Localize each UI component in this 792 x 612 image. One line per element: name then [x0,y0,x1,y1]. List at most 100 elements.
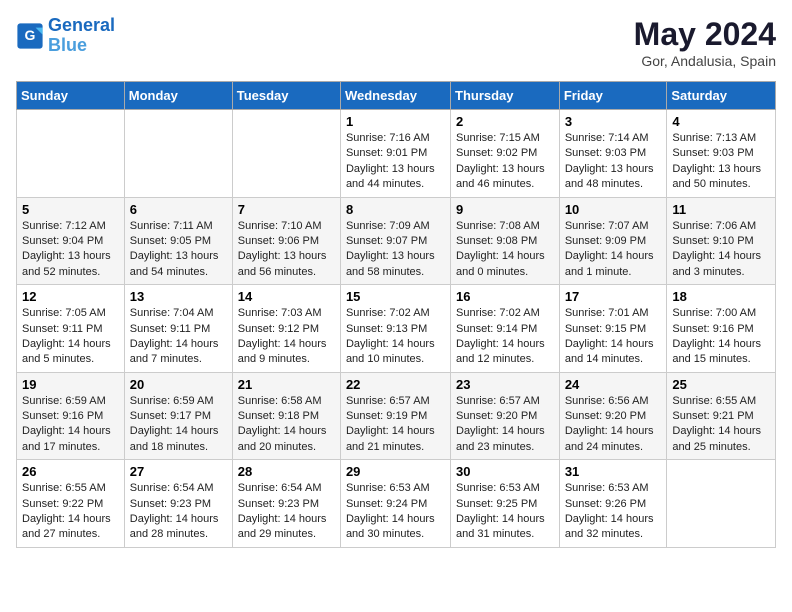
weekday-header: Friday [559,82,667,110]
day-number: 1 [346,114,445,129]
day-number: 25 [672,377,770,392]
calendar-cell: 13 Sunrise: 7:04 AMSunset: 9:11 PMDayligh… [124,285,232,373]
day-number: 13 [130,289,227,304]
calendar-cell [667,460,776,548]
calendar-cell: 8 Sunrise: 7:09 AMSunset: 9:07 PMDaylight… [340,197,450,285]
logo-icon: G [16,22,44,50]
cell-content: Sunrise: 6:53 AMSunset: 9:24 PMDaylight:… [346,482,435,540]
day-number: 21 [238,377,335,392]
cell-content: Sunrise: 7:11 AMSunset: 9:05 PMDaylight:… [130,220,219,278]
calendar-cell: 17 Sunrise: 7:01 AMSunset: 9:15 PMDayligh… [559,285,667,373]
calendar-cell: 6 Sunrise: 7:11 AMSunset: 9:05 PMDaylight… [124,197,232,285]
calendar-cell: 22 Sunrise: 6:57 AMSunset: 9:19 PMDayligh… [340,372,450,460]
day-number: 6 [130,202,227,217]
day-number: 11 [672,202,770,217]
calendar-cell: 18 Sunrise: 7:00 AMSunset: 9:16 PMDayligh… [667,285,776,373]
calendar-cell: 29Sunrise: 6:53 AMSunset: 9:24 PMDayligh… [340,460,450,548]
cell-content: Sunrise: 6:53 AMSunset: 9:25 PMDaylight:… [456,482,545,540]
day-number: 31 [565,464,662,479]
cell-content: Sunrise: 7:16 AMSunset: 9:01 PMDaylight:… [346,132,435,190]
day-number: 12 [22,289,119,304]
day-number: 17 [565,289,662,304]
calendar-cell: 12 Sunrise: 7:05 AMSunset: 9:11 PMDayligh… [17,285,125,373]
cell-content: Sunrise: 6:57 AMSunset: 9:19 PMDaylight:… [346,395,435,453]
day-number: 26 [22,464,119,479]
cell-content: Sunrise: 7:05 AMSunset: 9:11 PMDaylight:… [22,307,111,365]
cell-content: Sunrise: 7:09 AMSunset: 9:07 PMDaylight:… [346,220,435,278]
weekday-header: Sunday [17,82,125,110]
calendar-cell: 14Sunrise: 7:03 AMSunset: 9:12 PMDayligh… [232,285,340,373]
page-header: G GeneralBlue May 2024 Gor, Andalusia, S… [16,16,776,69]
weekday-header: Saturday [667,82,776,110]
day-number: 20 [130,377,227,392]
cell-content: Sunrise: 7:04 AMSunset: 9:11 PMDaylight:… [130,307,219,365]
weekday-header: Wednesday [340,82,450,110]
cell-content: Sunrise: 7:10 AMSunset: 9:06 PMDaylight:… [238,220,327,278]
calendar-cell: 19Sunrise: 6:59 AMSunset: 9:16 PMDayligh… [17,372,125,460]
day-number: 24 [565,377,662,392]
day-number: 18 [672,289,770,304]
cell-content: Sunrise: 7:02 AMSunset: 9:14 PMDaylight:… [456,307,545,365]
cell-content: Sunrise: 7:01 AMSunset: 9:15 PMDaylight:… [565,307,654,365]
calendar-cell: 20 Sunrise: 6:59 AMSunset: 9:17 PMDayligh… [124,372,232,460]
calendar-cell: 25Sunrise: 6:55 AMSunset: 9:21 PMDayligh… [667,372,776,460]
calendar-cell: 7 Sunrise: 7:10 AMSunset: 9:06 PMDaylight… [232,197,340,285]
cell-content: Sunrise: 7:03 AMSunset: 9:12 PMDaylight:… [238,307,327,365]
cell-content: Sunrise: 7:00 AMSunset: 9:16 PMDaylight:… [672,307,761,365]
calendar-cell: 23 Sunrise: 6:57 AMSunset: 9:20 PMDayligh… [451,372,560,460]
title-block: May 2024 Gor, Andalusia, Spain [634,16,776,69]
calendar-cell: 1 Sunrise: 7:16 AMSunset: 9:01 PMDaylight… [340,110,450,198]
day-number: 30 [456,464,554,479]
cell-content: Sunrise: 7:07 AMSunset: 9:09 PMDaylight:… [565,220,654,278]
calendar-cell: 9Sunrise: 7:08 AMSunset: 9:08 PMDaylight… [451,197,560,285]
calendar-week-row: 12 Sunrise: 7:05 AMSunset: 9:11 PMDayligh… [17,285,776,373]
day-number: 5 [22,202,119,217]
calendar-week-row: 19Sunrise: 6:59 AMSunset: 9:16 PMDayligh… [17,372,776,460]
day-number: 9 [456,202,554,217]
day-number: 8 [346,202,445,217]
calendar-cell: 10Sunrise: 7:07 AMSunset: 9:09 PMDayligh… [559,197,667,285]
calendar-cell: 11 Sunrise: 7:06 AMSunset: 9:10 PMDayligh… [667,197,776,285]
calendar-cell: 15 Sunrise: 7:02 AMSunset: 9:13 PMDayligh… [340,285,450,373]
calendar-cell: 30 Sunrise: 6:53 AMSunset: 9:25 PMDayligh… [451,460,560,548]
calendar-week-row: 26 Sunrise: 6:55 AMSunset: 9:22 PMDayligh… [17,460,776,548]
location: Gor, Andalusia, Spain [634,53,776,69]
calendar-cell [124,110,232,198]
calendar-cell: 3 Sunrise: 7:14 AMSunset: 9:03 PMDaylight… [559,110,667,198]
cell-content: Sunrise: 6:53 AMSunset: 9:26 PMDaylight:… [565,482,654,540]
day-number: 3 [565,114,662,129]
calendar-week-row: 5Sunrise: 7:12 AMSunset: 9:04 PMDaylight… [17,197,776,285]
calendar-cell: 2 Sunrise: 7:15 AMSunset: 9:02 PMDaylight… [451,110,560,198]
cell-content: Sunrise: 6:54 AMSunset: 9:23 PMDaylight:… [238,482,327,540]
calendar-cell [232,110,340,198]
calendar-cell: 31 Sunrise: 6:53 AMSunset: 9:26 PMDayligh… [559,460,667,548]
cell-content: Sunrise: 6:55 AMSunset: 9:22 PMDaylight:… [22,482,111,540]
cell-content: Sunrise: 7:06 AMSunset: 9:10 PMDaylight:… [672,220,761,278]
day-number: 15 [346,289,445,304]
cell-content: Sunrise: 7:14 AMSunset: 9:03 PMDaylight:… [565,132,654,190]
weekday-header: Monday [124,82,232,110]
day-number: 23 [456,377,554,392]
calendar-week-row: 1 Sunrise: 7:16 AMSunset: 9:01 PMDaylight… [17,110,776,198]
day-number: 7 [238,202,335,217]
svg-text:G: G [25,27,36,43]
day-number: 16 [456,289,554,304]
cell-content: Sunrise: 7:02 AMSunset: 9:13 PMDaylight:… [346,307,435,365]
weekday-header: Thursday [451,82,560,110]
cell-content: Sunrise: 6:59 AMSunset: 9:17 PMDaylight:… [130,395,219,453]
day-number: 4 [672,114,770,129]
calendar-cell: 5Sunrise: 7:12 AMSunset: 9:04 PMDaylight… [17,197,125,285]
day-number: 27 [130,464,227,479]
day-number: 22 [346,377,445,392]
cell-content: Sunrise: 6:56 AMSunset: 9:20 PMDaylight:… [565,395,654,453]
calendar: SundayMondayTuesdayWednesdayThursdayFrid… [16,81,776,548]
month-title: May 2024 [634,16,776,53]
day-number: 2 [456,114,554,129]
cell-content: Sunrise: 7:15 AMSunset: 9:02 PMDaylight:… [456,132,545,190]
cell-content: Sunrise: 6:57 AMSunset: 9:20 PMDaylight:… [456,395,545,453]
calendar-cell: 24 Sunrise: 6:56 AMSunset: 9:20 PMDayligh… [559,372,667,460]
calendar-cell: 26 Sunrise: 6:55 AMSunset: 9:22 PMDayligh… [17,460,125,548]
calendar-cell [17,110,125,198]
day-number: 28 [238,464,335,479]
cell-content: Sunrise: 6:59 AMSunset: 9:16 PMDaylight:… [22,395,111,453]
